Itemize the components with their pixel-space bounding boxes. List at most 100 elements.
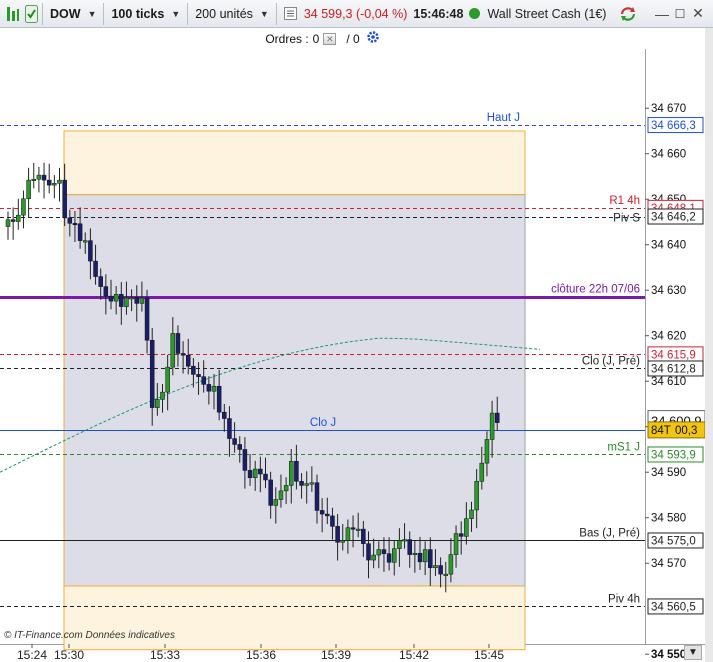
candle <box>252 468 258 478</box>
chevron-down-icon: ▼ <box>171 8 181 19</box>
level-value-label: 34 612,8 <box>651 363 696 375</box>
candle <box>304 483 309 486</box>
clock-time: 15:46:48 <box>413 6 464 21</box>
candle <box>46 179 52 186</box>
candle <box>330 515 335 527</box>
candle <box>191 365 196 375</box>
candle <box>72 223 78 226</box>
x-tick-label: 15:42 <box>399 648 429 662</box>
y-tick-label: 34 630 <box>651 285 686 297</box>
ticks-dropdown[interactable]: 100 ticks ▼ <box>107 3 184 25</box>
minimize-icon[interactable]: — <box>653 5 671 23</box>
candle <box>139 297 145 304</box>
candle <box>67 217 73 224</box>
units-dropdown[interactable]: 200 unités ▼ <box>191 3 273 25</box>
instrument-dropdown[interactable]: DOW ▼ <box>46 3 100 25</box>
candle <box>113 294 119 302</box>
candle <box>289 461 294 486</box>
refresh-icon[interactable] <box>619 5 637 23</box>
level-label: Clo (J, Pré) <box>582 355 640 367</box>
candle <box>196 374 201 377</box>
indicator-toggle-icon[interactable] <box>3 3 23 25</box>
candle <box>366 543 371 561</box>
close-icon[interactable]: ✕ <box>689 5 707 23</box>
x-tick-label: 15:33 <box>150 648 180 662</box>
instrument-status-icon <box>469 8 481 19</box>
scroll-end-button[interactable]: ▼ <box>684 645 702 660</box>
candle <box>495 412 500 423</box>
cancel-orders-icon[interactable]: ✕ <box>323 32 337 45</box>
orders-bar: Ordres : 0 ✕ / 0 <box>0 28 645 49</box>
candle <box>428 549 433 569</box>
y-tick-label: 34 640 <box>651 240 686 252</box>
candle <box>335 526 340 543</box>
candle <box>180 353 186 356</box>
y-tick-label: 34 620 <box>651 331 686 343</box>
candle <box>129 297 134 300</box>
instrument-name: Wall Street Cash (1€) <box>487 6 607 21</box>
candle <box>392 548 397 563</box>
orders-count: 0 <box>312 31 320 46</box>
x-tick-label: 15:45 <box>474 648 504 662</box>
candle <box>283 485 289 492</box>
candle <box>397 540 402 549</box>
candle <box>402 539 407 542</box>
maximize-icon[interactable]: ☐ <box>671 5 689 23</box>
candle <box>98 276 103 287</box>
candle <box>16 214 21 222</box>
candle <box>160 391 165 400</box>
orders-separator: / 0 <box>346 31 360 46</box>
level-value-label: 34 615,9 <box>651 349 696 361</box>
candle <box>325 513 330 517</box>
candle <box>10 219 16 222</box>
orders-label: Ordres : <box>265 31 309 46</box>
candle <box>407 539 412 555</box>
candle <box>263 473 268 481</box>
candle <box>474 481 479 511</box>
candle <box>247 470 253 478</box>
separator <box>42 2 43 25</box>
level-label: mS1 J <box>607 441 640 453</box>
candle <box>124 297 129 307</box>
level-label: clôture 22h 07/06 <box>551 284 640 296</box>
details-icon[interactable] <box>282 3 300 25</box>
x-tick-label: 15:30 <box>54 648 84 662</box>
candle <box>319 510 325 515</box>
candle <box>453 533 459 555</box>
candle <box>186 355 191 367</box>
candle <box>21 198 26 216</box>
candle <box>412 552 418 555</box>
level-label: Clo J <box>310 417 336 429</box>
candle <box>464 518 469 537</box>
candle <box>211 385 217 392</box>
candle <box>458 533 464 537</box>
candle <box>438 565 443 575</box>
candle <box>77 223 83 241</box>
candle <box>433 565 438 569</box>
separator <box>275 2 277 25</box>
chevron-down-icon: ▼ <box>259 8 269 19</box>
candle <box>41 174 47 181</box>
candle <box>83 240 88 243</box>
settings-gear-icon[interactable] <box>366 30 380 47</box>
units-value: 200 unités <box>195 6 253 21</box>
candle <box>309 482 315 485</box>
price-chart[interactable]: Haut J R1 4h Piv S clôture 22h 07/06 Clo (J,… <box>0 49 705 662</box>
candle <box>31 178 36 181</box>
level-value-label: 34 560,5 <box>651 601 696 613</box>
y-tick-label: 34 610 <box>651 376 686 388</box>
right-scrollbar[interactable] <box>705 28 713 662</box>
checkmark-toggle-icon[interactable] <box>23 3 39 25</box>
price-change-text: 34 599,3 (-0,04 %) <box>303 6 408 21</box>
level-label: Haut J <box>487 112 520 124</box>
candle <box>108 295 114 302</box>
candle <box>278 490 284 500</box>
x-tick-label: 15:39 <box>321 648 351 662</box>
candle <box>299 481 304 486</box>
candle <box>201 376 206 385</box>
candle <box>93 260 98 277</box>
level-value-label: 34 575,0 <box>651 535 696 547</box>
candle <box>469 509 474 519</box>
candle <box>361 528 366 544</box>
candle <box>175 333 181 354</box>
